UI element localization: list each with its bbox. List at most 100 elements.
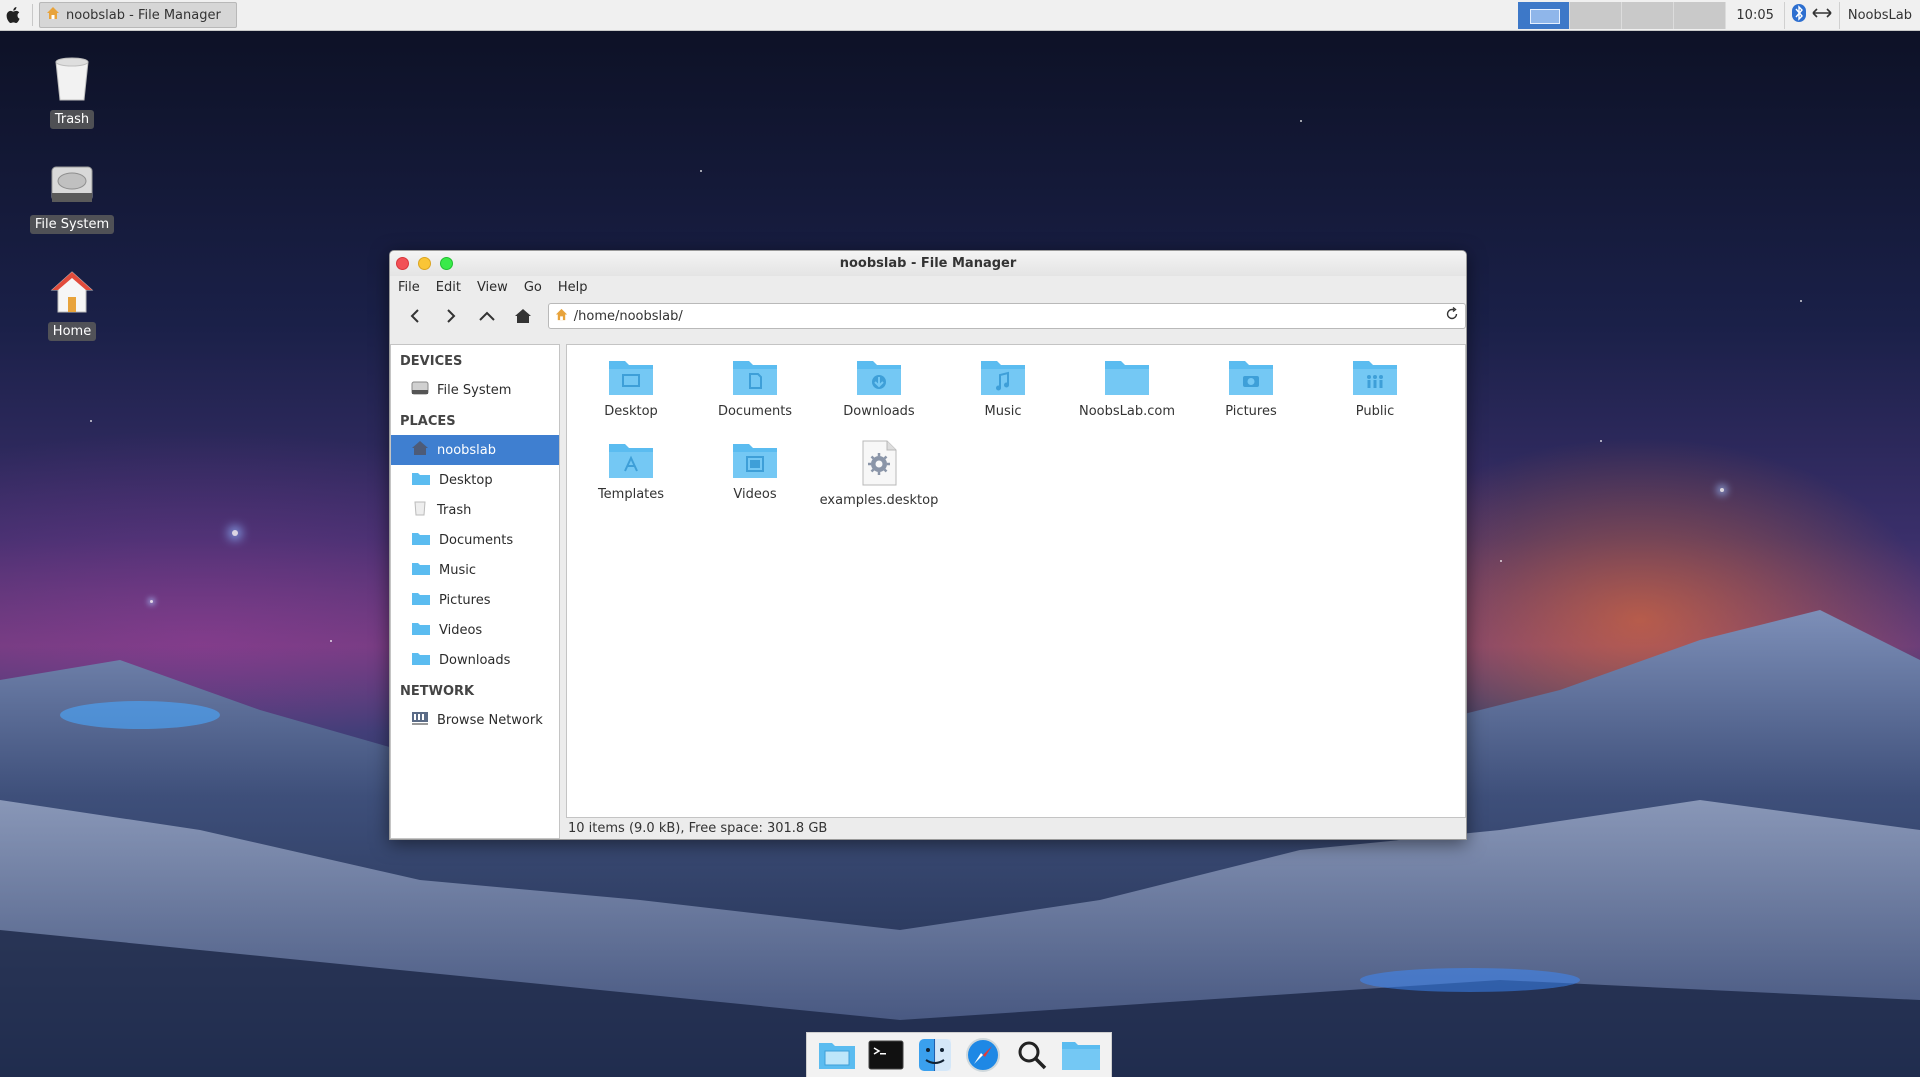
file-manager-window: noobslab - File Manager File Edit View G… <box>389 250 1467 840</box>
terminal-icon <box>868 1040 904 1070</box>
sidebar-item-browse-network[interactable]: Browse Network <box>391 705 559 735</box>
sidebar-item-label: Videos <box>439 622 483 638</box>
file-item-name: Videos <box>733 487 777 502</box>
desktop-file-icon <box>862 440 897 486</box>
dock-finder[interactable] <box>915 1035 955 1075</box>
sidebar-item-pictures[interactable]: Pictures <box>391 585 559 615</box>
file-item-noobslab-com[interactable]: NoobsLab.com <box>1067 357 1187 420</box>
taskbar-window-button[interactable]: noobslab - File Manager <box>39 2 237 28</box>
file-item-name: NoobsLab.com <box>1078 404 1175 419</box>
sidebar-item-file-system[interactable]: File System <box>391 375 559 405</box>
folder-templates-icon <box>609 444 653 478</box>
sidebar-header-network: NETWORK <box>400 684 475 699</box>
sidebar-item-label: Trash <box>437 502 472 518</box>
sidebar-item-trash[interactable]: Trash <box>391 495 559 525</box>
workspace-3[interactable] <box>1622 1 1675 29</box>
home-button[interactable] <box>508 301 538 331</box>
location-path: /home/noobslab/ <box>573 308 683 324</box>
back-button[interactable] <box>400 301 430 331</box>
chevron-up-icon <box>479 311 495 321</box>
desktop-icon-file-system[interactable]: File System <box>22 163 122 234</box>
menu-edit[interactable]: Edit <box>436 280 461 295</box>
home-icon <box>50 270 94 318</box>
window-body: DEVICES File System PLACES noobslab Desk… <box>390 344 1466 839</box>
forward-button[interactable] <box>436 301 466 331</box>
file-item-name: Documents <box>717 404 793 419</box>
folder-videos-icon <box>733 444 777 478</box>
sidebar-item-documents[interactable]: Documents <box>391 525 559 555</box>
panel-right: 10:05 NoobsLab <box>1518 0 1920 31</box>
file-item-examples-desktop[interactable]: examples.desktop <box>819 440 939 509</box>
network-icon <box>411 710 429 730</box>
safari-icon <box>966 1038 1001 1072</box>
sidebar-item-desktop[interactable]: Desktop <box>391 465 559 495</box>
sidebar-item-videos[interactable]: Videos <box>391 615 559 645</box>
sidebar-item-downloads[interactable]: Downloads <box>391 645 559 675</box>
trash-icon <box>411 500 429 520</box>
dock-file-manager[interactable] <box>817 1035 857 1075</box>
folder-icon <box>411 591 431 610</box>
menubar: File Edit View Go Help <box>390 276 1466 298</box>
workspace-2[interactable] <box>1570 1 1623 29</box>
folder-icon <box>411 561 431 580</box>
panel-separator <box>32 4 33 26</box>
file-item-videos[interactable]: Videos <box>695 440 815 503</box>
workspace-4[interactable] <box>1674 1 1727 29</box>
file-manager-icon <box>819 1043 856 1069</box>
toolbar: /home/noobslab/ <box>390 298 1466 334</box>
file-item-public[interactable]: Public <box>1315 357 1435 420</box>
folder-pictures-icon <box>1229 361 1273 395</box>
finder-icon <box>918 1039 951 1071</box>
username[interactable]: NoobsLab <box>1840 8 1920 23</box>
apple-menu-icon[interactable] <box>0 0 28 31</box>
dock-folder[interactable] <box>1061 1035 1101 1075</box>
file-item-pictures[interactable]: Pictures <box>1191 357 1311 420</box>
window-title: noobslab - File Manager <box>839 256 1017 271</box>
desktop-icon-label: File System <box>29 215 115 234</box>
file-item-desktop[interactable]: Desktop <box>571 357 691 420</box>
folder-icon <box>411 531 431 550</box>
sidebar-item-label: Browse Network <box>437 712 543 728</box>
drive-icon <box>50 163 94 211</box>
sidebar: DEVICES File System PLACES noobslab Desk… <box>390 344 560 839</box>
file-item-name: Pictures <box>1225 404 1277 419</box>
clock[interactable]: 10:05 <box>1726 8 1783 23</box>
window-titlebar[interactable]: noobslab - File Manager <box>390 251 1466 276</box>
window-close-button[interactable] <box>396 257 409 270</box>
window-minimize-button[interactable] <box>418 257 431 270</box>
status-bar: 10 items (9.0 kB), Free space: 301.8 GB <box>568 821 828 836</box>
file-item-name: examples.desktop <box>819 493 939 508</box>
desktop-icon-label: Trash <box>49 110 95 129</box>
folder-icon <box>1105 361 1149 395</box>
desktop-icon-home[interactable]: Home <box>22 270 122 341</box>
dock-safari[interactable] <box>963 1035 1003 1075</box>
sidebar-header-places: PLACES <box>400 414 456 429</box>
up-button[interactable] <box>472 301 502 331</box>
file-item-templates[interactable]: Templates <box>571 440 691 503</box>
sidebar-item-label: Documents <box>439 532 514 548</box>
search-icon <box>1018 1041 1047 1070</box>
network-arrows-icon[interactable] <box>1811 5 1833 25</box>
desktop-icon-trash[interactable]: Trash <box>22 56 122 129</box>
menu-help[interactable]: Help <box>558 280 588 295</box>
file-item-music[interactable]: Music <box>943 357 1063 420</box>
workspace-1[interactable] <box>1518 1 1571 29</box>
location-bar[interactable]: /home/noobslab/ <box>547 303 1466 329</box>
reload-icon[interactable] <box>1445 306 1459 325</box>
bluetooth-icon[interactable] <box>1791 3 1807 27</box>
menu-view[interactable]: View <box>477 280 508 295</box>
trash-icon <box>51 56 93 106</box>
dock-terminal[interactable] <box>866 1035 906 1075</box>
file-item-documents[interactable]: Documents <box>695 357 815 420</box>
file-item-name: Templates <box>597 487 665 502</box>
sidebar-item-music[interactable]: Music <box>391 555 559 585</box>
folder-documents-icon <box>733 361 777 395</box>
dock-search[interactable] <box>1012 1035 1052 1075</box>
window-maximize-button[interactable] <box>440 257 453 270</box>
file-item-downloads[interactable]: Downloads <box>819 357 939 420</box>
folder-public-icon <box>1353 361 1397 395</box>
menu-file[interactable]: File <box>398 280 420 295</box>
sidebar-item-label: noobslab <box>437 442 497 458</box>
menu-go[interactable]: Go <box>524 280 542 295</box>
sidebar-item-noobslab[interactable]: noobslab <box>391 435 559 465</box>
